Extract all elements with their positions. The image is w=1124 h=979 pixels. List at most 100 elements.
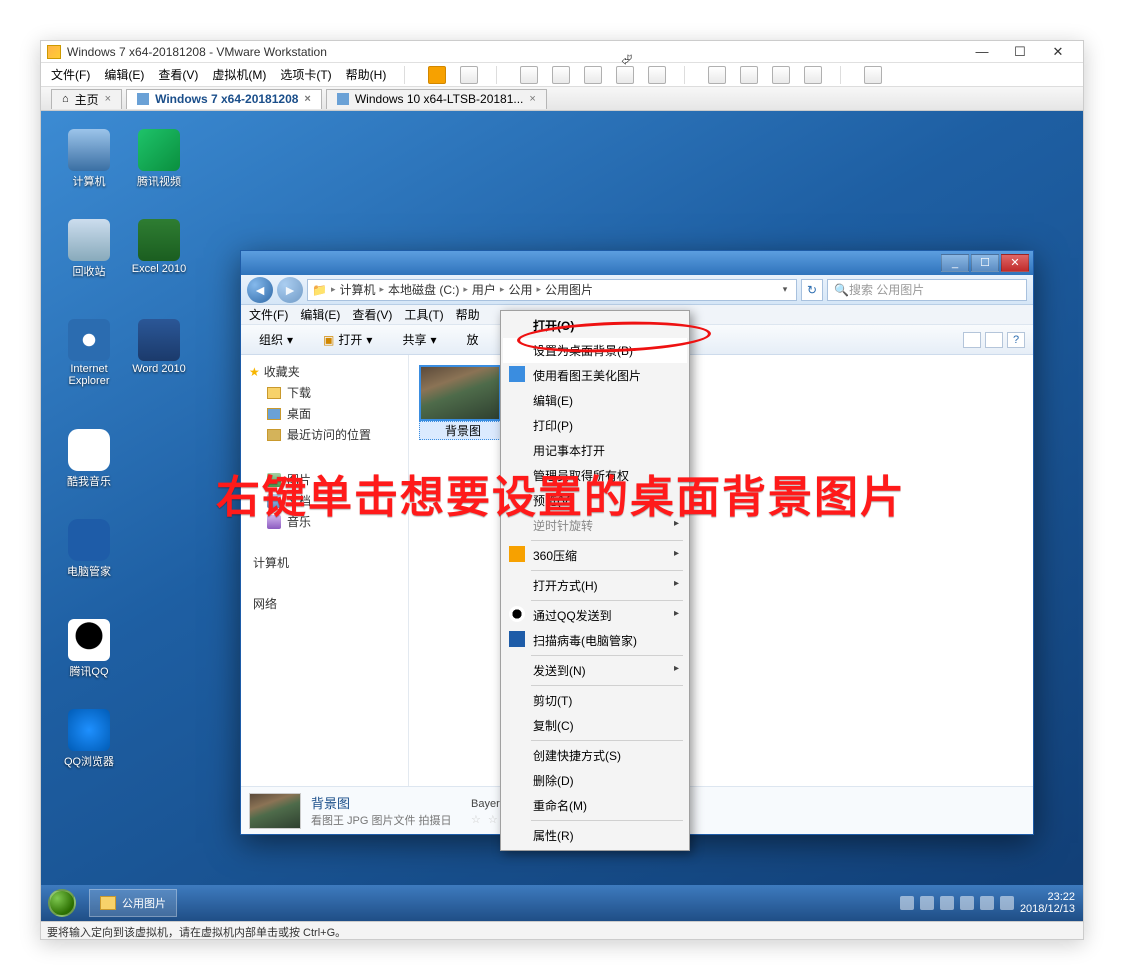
taskbar[interactable]: 公用图片 23:22 2018/12/13: [41, 885, 1083, 921]
toolbar-icon[interactable]: [772, 66, 790, 84]
toolbar-icon[interactable]: [520, 66, 538, 84]
tab-home[interactable]: ⌂ 主页 ×: [51, 89, 122, 109]
ctx-cut[interactable]: 剪切(T): [503, 688, 687, 713]
close-icon[interactable]: ×: [304, 93, 310, 105]
ctx-qq-send[interactable]: 通过QQ发送到▸: [503, 603, 687, 628]
ctx-sendto[interactable]: 发送到(N)▸: [503, 658, 687, 683]
desktop-icon-tencent-video[interactable]: 腾讯视频: [129, 129, 189, 189]
nav-downloads[interactable]: 下载: [245, 382, 404, 403]
menu-vm[interactable]: 虚拟机(M): [212, 66, 266, 83]
share-button[interactable]: 共享 ▾: [392, 328, 446, 351]
view-mode-icon[interactable]: [963, 332, 981, 348]
toolbar-icon[interactable]: [864, 66, 882, 84]
desktop-icon-recycle[interactable]: 回收站: [59, 219, 119, 279]
open-button[interactable]: ▣ 打开 ▾: [313, 328, 382, 351]
details-filename: 背景图: [311, 793, 461, 812]
desktop-icon-excel[interactable]: Excel 2010: [129, 219, 189, 275]
organize-button[interactable]: 组织 ▾: [249, 328, 303, 351]
ctx-openwith[interactable]: 打开方式(H)▸: [503, 573, 687, 598]
close-icon[interactable]: ×: [529, 93, 535, 105]
close-button[interactable]: ✕: [1001, 254, 1029, 272]
help-icon[interactable]: ?: [1007, 332, 1025, 348]
menu-view[interactable]: 查看(V): [352, 306, 392, 323]
nav-computer-header[interactable]: 计算机: [245, 552, 404, 573]
desktop-icon-qq[interactable]: 腾讯QQ: [59, 619, 119, 679]
menu-help[interactable]: 帮助(H): [346, 66, 387, 83]
desktop-icon-guard[interactable]: 电脑管家: [59, 519, 119, 579]
toolbar-icon[interactable]: [616, 66, 634, 84]
ctx-beautify[interactable]: 使用看图王美化图片: [503, 363, 687, 388]
breadcrumb[interactable]: 📁▸ 计算机▸ 本地磁盘 (C:)▸ 用户▸ 公用▸ 公用图片 ▾: [307, 279, 797, 301]
ctx-360zip[interactable]: 360压缩▸: [503, 543, 687, 568]
nav-desktop[interactable]: 桌面: [245, 403, 404, 424]
ctx-properties[interactable]: 属性(R): [503, 823, 687, 848]
toolbar-icon[interactable]: [552, 66, 570, 84]
toolbar-icon[interactable]: [804, 66, 822, 84]
menu-file[interactable]: 文件(F): [51, 66, 90, 83]
nav-recent[interactable]: 最近访问的位置: [245, 424, 404, 445]
ctx-delete[interactable]: 删除(D): [503, 768, 687, 793]
taskbar-clock[interactable]: 23:22 2018/12/13: [1020, 891, 1075, 915]
slideshow-button[interactable]: 放: [456, 328, 488, 351]
menu-file[interactable]: 文件(F): [249, 306, 288, 323]
file-label: 背景图: [419, 421, 507, 440]
refresh-button[interactable]: ↻: [801, 279, 823, 301]
ctx-shortcut[interactable]: 创建快捷方式(S): [503, 743, 687, 768]
menu-edit[interactable]: 编辑(E): [300, 306, 340, 323]
vm-desktop[interactable]: 计算机 回收站 Internet Explorer 酷我音乐 电脑管家 腾讯QQ…: [41, 111, 1083, 921]
system-tray[interactable]: 23:22 2018/12/13: [892, 891, 1083, 915]
ctx-edit[interactable]: 编辑(E): [503, 388, 687, 413]
back-button[interactable]: ◄: [247, 277, 273, 303]
details-thumbnail: [249, 793, 301, 829]
close-icon[interactable]: ×: [105, 93, 111, 105]
desktop-icon-kuwo[interactable]: 酷我音乐: [59, 429, 119, 489]
minimize-button[interactable]: —: [969, 44, 995, 60]
menu-tools[interactable]: 工具(T): [404, 306, 443, 323]
tray-icon[interactable]: [980, 896, 994, 910]
desktop-icon-computer[interactable]: 计算机: [59, 129, 119, 189]
explorer-titlebar[interactable]: _ ☐ ✕: [241, 251, 1033, 275]
tray-icon[interactable]: [920, 896, 934, 910]
menu-help[interactable]: 帮助: [456, 306, 480, 323]
toolbar-icon[interactable]: [460, 66, 478, 84]
file-thumbnail[interactable]: 背景图: [419, 365, 507, 440]
chevron-down-icon[interactable]: ▾: [778, 284, 792, 295]
pause-icon[interactable]: [428, 66, 446, 84]
tab-win7[interactable]: Windows 7 x64-20181208 ×: [126, 89, 322, 109]
ctx-set-background[interactable]: 设置为桌面背景(B): [503, 338, 687, 363]
toolbar-icon[interactable]: [708, 66, 726, 84]
ctx-print[interactable]: 打印(P): [503, 413, 687, 438]
forward-button[interactable]: ►: [277, 277, 303, 303]
search-input[interactable]: 🔍 搜索 公用图片: [827, 279, 1027, 301]
nav-network-header[interactable]: 网络: [245, 593, 404, 614]
menu-tabs[interactable]: 选项卡(T): [280, 66, 331, 83]
ctx-notepad[interactable]: 用记事本打开: [503, 438, 687, 463]
ctx-rename[interactable]: 重命名(M): [503, 793, 687, 818]
tab-win10[interactable]: Windows 10 x64-LTSB-20181... ×: [326, 89, 547, 109]
maximize-button[interactable]: ☐: [971, 254, 999, 272]
toolbar-icon[interactable]: [584, 66, 602, 84]
menu-view[interactable]: 查看(V): [158, 66, 198, 83]
tray-icon[interactable]: [900, 896, 914, 910]
desktop-icon-qqbrowser[interactable]: QQ浏览器: [59, 709, 119, 769]
tray-icon[interactable]: [940, 896, 954, 910]
taskbar-item-explorer[interactable]: 公用图片: [89, 889, 177, 917]
close-button[interactable]: ✕: [1045, 44, 1071, 60]
menu-edit[interactable]: 编辑(E): [104, 66, 144, 83]
ctx-open[interactable]: 打开(O): [503, 313, 687, 338]
toolbar-icon[interactable]: [648, 66, 666, 84]
desktop-icon-word[interactable]: Word 2010: [129, 319, 189, 375]
tray-icon[interactable]: [960, 896, 974, 910]
start-button[interactable]: [41, 885, 83, 921]
ctx-scan[interactable]: 扫描病毒(电脑管家): [503, 628, 687, 653]
minimize-button[interactable]: _: [941, 254, 969, 272]
preview-pane-icon[interactable]: [985, 332, 1003, 348]
toolbar-icon[interactable]: [740, 66, 758, 84]
vmware-statusbar: 要将输入定向到该虚拟机，请在虚拟机内部单击或按 Ctrl+G。: [41, 921, 1083, 939]
desktop-icon-ie[interactable]: Internet Explorer: [59, 319, 119, 387]
maximize-button[interactable]: ☐: [1007, 44, 1033, 60]
vm-icon: [337, 93, 349, 105]
nav-favorites-header[interactable]: ★收藏夹: [245, 361, 404, 382]
volume-icon[interactable]: [1000, 896, 1014, 910]
ctx-copy[interactable]: 复制(C): [503, 713, 687, 738]
